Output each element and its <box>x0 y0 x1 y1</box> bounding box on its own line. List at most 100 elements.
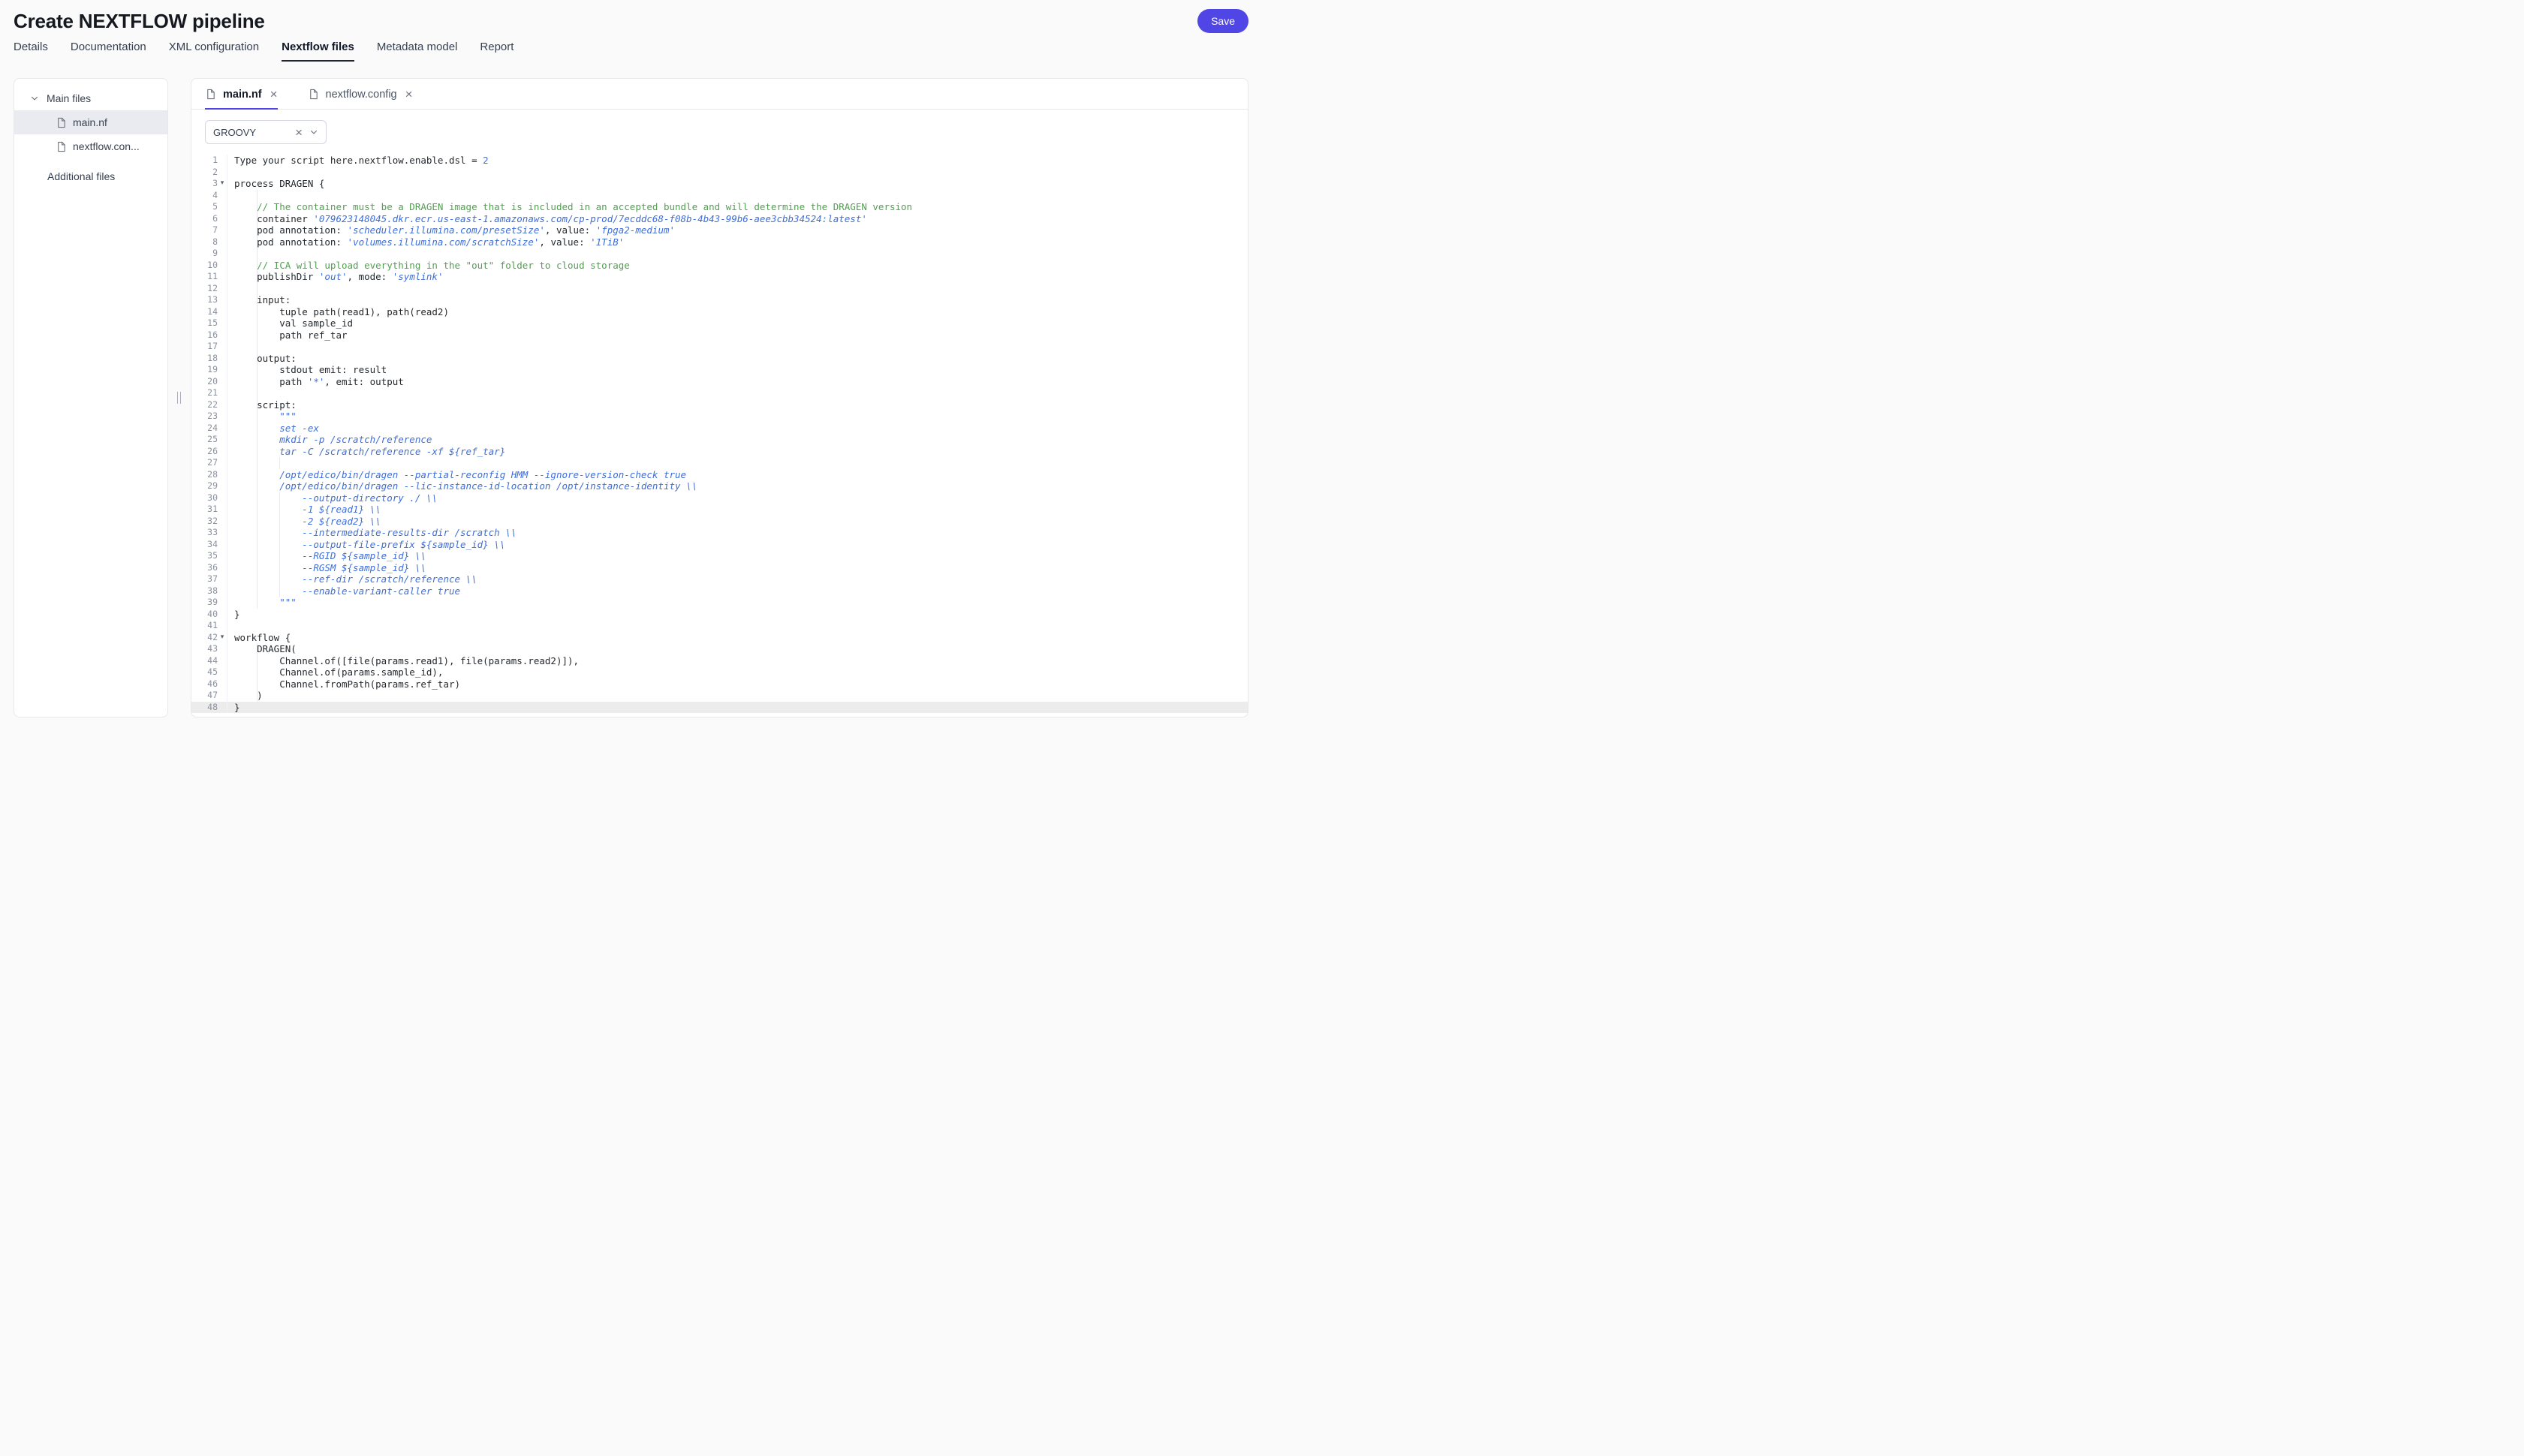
code-line[interactable]: 3 ▾ process DRAGEN { <box>191 178 1248 190</box>
chevron-down-icon[interactable] <box>309 128 318 137</box>
code-line[interactable]: 48} <box>191 701 1248 713</box>
code-line[interactable]: 6 container '079623148045.dkr.ecr.us-eas… <box>191 212 1248 224</box>
main-files-section[interactable]: Main files <box>14 88 167 110</box>
code-editor[interactable]: 1 Type your script here.nextflow.enable.d… <box>191 152 1248 717</box>
code-line[interactable]: 5 // The container must be a DRAGEN imag… <box>191 201 1248 213</box>
code-line[interactable]: 43 DRAGEN( <box>191 643 1248 655</box>
fold-slot <box>218 341 227 353</box>
line-number: 5 <box>212 201 218 212</box>
code-text <box>227 457 1248 469</box>
gutter: 14 <box>191 305 227 317</box>
tab-details[interactable]: Details <box>14 41 48 62</box>
code-line[interactable]: 19 stdout emit: result <box>191 364 1248 376</box>
code-line[interactable]: 24 set -ex <box>191 422 1248 434</box>
close-icon[interactable]: × <box>270 88 278 101</box>
code-line[interactable]: 2 <box>191 166 1248 178</box>
code-line[interactable]: 9 <box>191 248 1248 260</box>
code-line[interactable]: 38 --enable-variant-caller true <box>191 585 1248 597</box>
fold-slot <box>218 376 227 388</box>
code-line[interactable]: 33 --intermediate-results-dir /scratch \… <box>191 527 1248 539</box>
file-tree-item[interactable]: nextflow.con... <box>14 134 167 158</box>
code-line[interactable]: 45 Channel.of(params.sample_id), <box>191 666 1248 678</box>
code-line[interactable]: 20 path '*', emit: output <box>191 375 1248 388</box>
close-icon[interactable]: × <box>405 88 413 101</box>
code-line[interactable]: 28 /opt/edico/bin/dragen --partial-recon… <box>191 468 1248 480</box>
code-line[interactable]: 21 <box>191 387 1248 399</box>
fold-slot <box>218 516 227 528</box>
code-line[interactable]: 42 ▾ workflow { <box>191 631 1248 644</box>
line-number: 41 <box>207 620 218 630</box>
file-tab-main-nf[interactable]: main.nf × <box>205 88 278 110</box>
indent-guide <box>257 294 258 306</box>
code-line[interactable]: 22 script: <box>191 399 1248 411</box>
gutter: 45 <box>191 666 227 678</box>
chevron-down-icon[interactable] <box>30 94 39 103</box>
gutter: 4 <box>191 189 227 201</box>
code-line[interactable]: 25 mkdir -p /scratch/reference <box>191 434 1248 446</box>
indent-guide <box>279 492 281 504</box>
code-line[interactable]: 15 val sample_id <box>191 317 1248 329</box>
code-line[interactable]: 44 Channel.of([file(params.read1), file(… <box>191 654 1248 666</box>
tab-nextflow-files[interactable]: Nextflow files <box>282 41 354 62</box>
panel-resize-handle[interactable] <box>177 392 181 404</box>
code-line[interactable]: 16 path ref_tar <box>191 329 1248 341</box>
file-icon <box>56 117 67 128</box>
code-line[interactable]: 11 publishDir 'out', mode: 'symlink' <box>191 271 1248 283</box>
code-line[interactable]: 41 <box>191 620 1248 632</box>
code-line[interactable]: 40} <box>191 608 1248 620</box>
code-line[interactable]: 17 <box>191 341 1248 353</box>
code-line[interactable]: 46 Channel.fromPath(params.ref_tar) <box>191 678 1248 690</box>
code-line[interactable]: 10 // ICA will upload everything in the … <box>191 259 1248 271</box>
indent-guide <box>257 561 258 573</box>
line-number: 22 <box>207 399 218 410</box>
code-line[interactable]: 14 tuple path(read1), path(read2) <box>191 305 1248 317</box>
tab-metadata-model[interactable]: Metadata model <box>377 41 458 62</box>
code-line[interactable]: 23 """ <box>191 411 1248 423</box>
clear-icon[interactable]: × <box>295 126 303 139</box>
indent-guide <box>257 666 258 678</box>
file-tree-item[interactable]: main.nf <box>14 110 167 134</box>
line-number: 48 <box>207 701 218 712</box>
code-line[interactable]: 36 --RGSM ${sample_id} \\ <box>191 561 1248 574</box>
code-line[interactable]: 37 --ref-dir /scratch/reference \\ <box>191 573 1248 585</box>
gutter: 17 <box>191 341 227 353</box>
code-line[interactable]: 34 --output-file-prefix ${sample_id} \\ <box>191 538 1248 550</box>
code-line[interactable]: 31 -1 ${read1} \\ <box>191 504 1248 516</box>
fold-toggle-icon[interactable]: ▾ <box>218 178 227 190</box>
language-select[interactable]: GROOVY × <box>205 120 327 144</box>
code-line[interactable]: 7 pod annotation: 'scheduler.illumina.co… <box>191 224 1248 236</box>
code-line[interactable]: 35 --RGID ${sample_id} \\ <box>191 550 1248 562</box>
tab-report[interactable]: Report <box>480 41 514 62</box>
code-line[interactable]: 13 input: <box>191 294 1248 306</box>
additional-files-section[interactable]: Additional files <box>14 163 167 187</box>
indent-guide <box>257 387 258 399</box>
code-line[interactable]: 29 /opt/edico/bin/dragen --lic-instance-… <box>191 480 1248 492</box>
line-number: 27 <box>207 457 218 468</box>
tab-xml-configuration[interactable]: XML configuration <box>169 41 259 62</box>
code-line[interactable]: 18 output: <box>191 352 1248 364</box>
code-line[interactable]: 8 pod annotation: 'volumes.illumina.com/… <box>191 236 1248 248</box>
gutter: 33 <box>191 527 227 539</box>
save-button[interactable]: Save <box>1197 9 1248 33</box>
code-line[interactable]: 32 -2 ${read2} \\ <box>191 515 1248 528</box>
code-line[interactable]: 39 """ <box>191 597 1248 609</box>
line-number: 23 <box>207 411 218 421</box>
line-number: 39 <box>207 597 218 607</box>
fold-slot <box>218 562 227 574</box>
file-tab-nextflow-config[interactable]: nextflow.config × <box>308 88 413 110</box>
tab-documentation[interactable]: Documentation <box>71 41 146 62</box>
gutter: 10 <box>191 259 227 271</box>
code-line[interactable]: 4 <box>191 189 1248 201</box>
code-line[interactable]: 26 tar -C /scratch/reference -xf ${ref_t… <box>191 445 1248 457</box>
code-line[interactable]: 30 --output-directory ./ \\ <box>191 492 1248 504</box>
code-line[interactable]: 27 <box>191 457 1248 469</box>
code-line[interactable]: 12 <box>191 282 1248 294</box>
code-line[interactable]: 47 ) <box>191 690 1248 702</box>
fold-toggle-icon[interactable]: ▾ <box>218 632 227 644</box>
line-number: 20 <box>207 375 218 387</box>
fold-slot <box>218 550 227 562</box>
gutter: 48 <box>191 701 227 713</box>
gutter: 9 <box>191 248 227 260</box>
code-line[interactable]: 1 Type your script here.nextflow.enable.d… <box>191 155 1248 167</box>
line-number: 32 <box>207 515 218 526</box>
